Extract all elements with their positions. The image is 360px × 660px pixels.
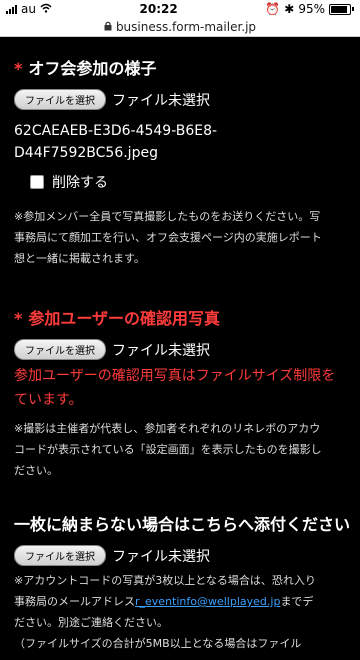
carrier-label: au [21,2,36,16]
battery-icon [328,3,351,15]
section-title-text: 参加ユーザーの確認用写真 [28,309,221,328]
section-title-text: オフ会参加の様子 [28,59,157,78]
required-mark: * [14,309,23,328]
note-line: （ファイルサイズの合計が5MB以上となる場合はファイル [14,637,302,650]
note-text: 事務局のメールアドレス [14,595,135,608]
file-input-row: ファイルを選択 ファイル未選択 [14,545,346,566]
battery-percent: 95% [298,2,325,16]
file-status: ファイル未選択 [112,92,210,109]
section-note: ※撮影は主催者が代表し、参加者それぞれのリネレボのアカウ コードが表示されている… [14,418,346,481]
address-bar[interactable]: business.form-mailer.jp [0,18,360,37]
choose-file-button[interactable]: ファイルを選択 [14,339,106,360]
note-line: ※撮影は主催者が代表し、参加者それぞれのリネレボのアカウ [14,422,321,435]
email-link[interactable]: r_eventinfo@wellplayed.jp [135,595,280,608]
section-title: * 参加ユーザーの確認用写真 [14,305,346,329]
choose-file-button[interactable]: ファイルを選択 [14,545,106,566]
required-mark: * [14,59,23,78]
signal-icon [6,4,17,14]
error-line: ています。 [14,392,83,408]
note-line: コードが表示されている「設定画面」を表示したものを撮影し [14,443,322,456]
file-size-error: 参加ユーザーの確認用写真はファイルサイズ制限を ています。 [14,364,346,412]
note-line: ※参加メンバー全員で写真撮影したものをお送りください。写 [14,210,321,223]
lock-icon [104,20,112,34]
delete-checkbox[interactable] [30,175,44,189]
section-title: * オフ会参加の様子 [14,55,346,79]
note-line: 事務局にて顔加工を行い、オフ会支援ページ内の実施レポート [14,231,322,244]
file-status: ファイル未選択 [112,548,210,565]
section-title: 一枚に納まらない場合はこちらへ添付ください [14,511,350,535]
selected-file-name: 62CAEAEB-E3D6-4549-B6E8- D44F7592BC56.jp… [14,120,346,164]
file-name-line: 62CAEAEB-E3D6-4549-B6E8- [14,123,218,139]
delete-label: 削除する [52,175,108,191]
note-line: ださい。 [14,464,58,477]
section-title-text: 一枚に納まらない場合はこちらへ添付ください [14,515,351,534]
error-line: 参加ユーザーの確認用写真はファイルサイズ制限を [14,368,336,384]
section-note: ※アカウントコードの写真が3枚以上となる場合は、恐れ入り 事務局のメールアドレス… [14,570,346,654]
note-line: 想と一緒に掲載されます。 [14,252,145,265]
note-line: 事務局のメールアドレスr_eventinfo@wellplayed.jpまでデ [14,591,346,612]
delete-option[interactable]: 削除する [30,172,346,192]
file-name-line: D44F7592BC56.jpeg [14,145,158,161]
bluetooth-icon: ✱ [284,2,295,16]
choose-file-button[interactable]: ファイルを選択 [14,89,106,110]
file-status: ファイル未選択 [112,342,210,359]
clock: 20:22 [139,2,178,16]
note-line: ださい。別途ご連絡ください。 [14,616,168,629]
note-line: ※アカウントコードの写真が3枚以上となる場合は、恐れ入り [14,574,316,587]
note-text: までデ [280,595,314,608]
wifi-icon [40,2,52,16]
url-domain: business.form-mailer.jp [115,20,257,34]
file-input-row: ファイルを選択 ファイル未選択 [14,89,346,110]
status-bar: au 20:22 ⏰ ✱ 95% [0,0,360,18]
section-note: ※参加メンバー全員で写真撮影したものをお送りください。写 事務局にて顔加工を行い… [14,206,346,269]
alarm-icon: ⏰ [265,2,281,16]
file-input-row: ファイルを選択 ファイル未選択 [14,339,346,360]
